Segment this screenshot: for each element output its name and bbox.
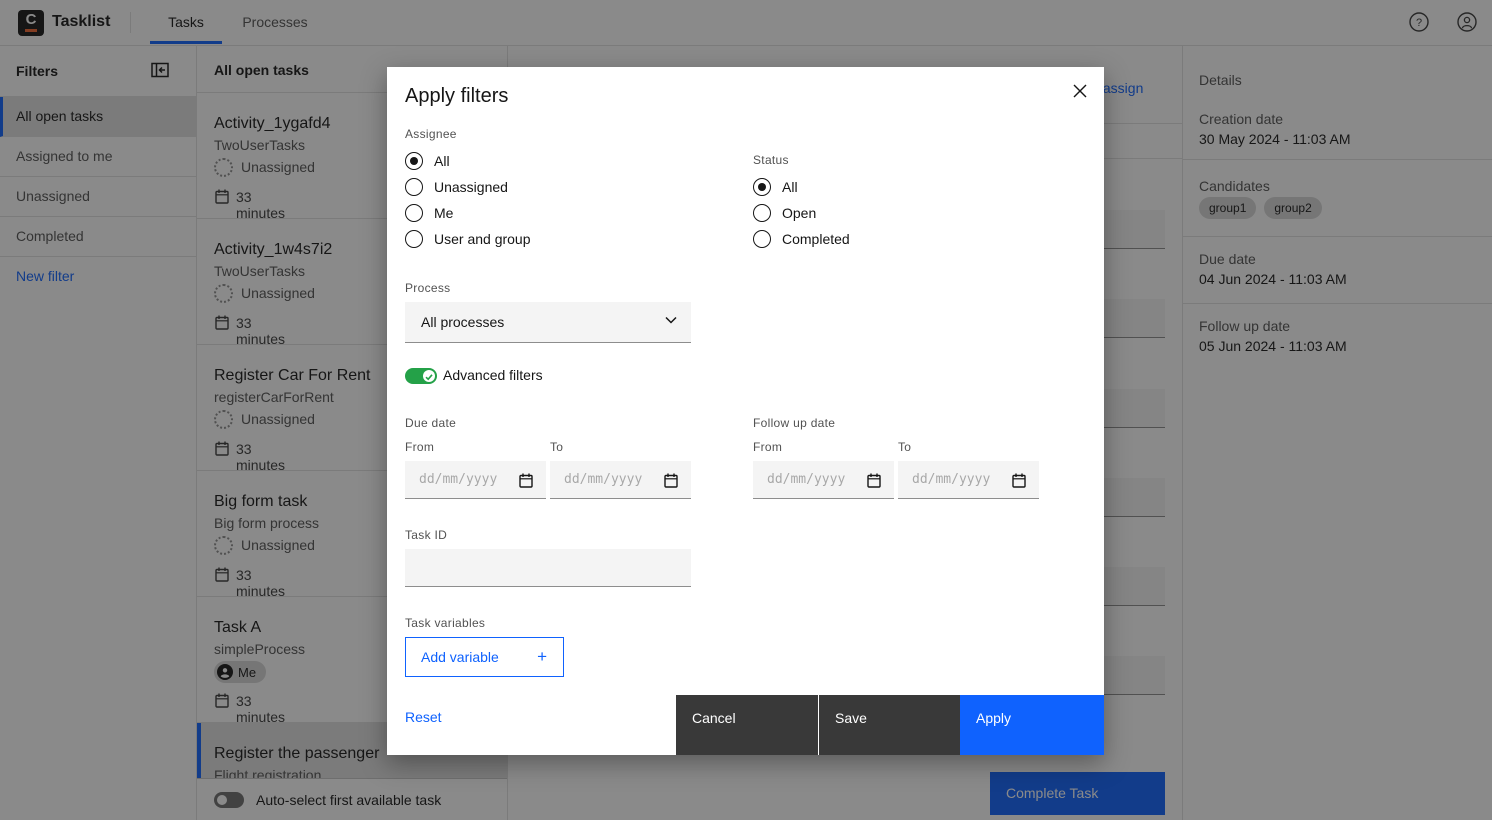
add-variable-button[interactable]: Add variable + [405, 637, 564, 677]
follow-up-from-input-wrap [753, 461, 894, 499]
follow-up-from-label: From [753, 440, 782, 454]
reset-link[interactable]: Reset [405, 709, 442, 725]
follow-up-to-input-wrap [898, 461, 1039, 499]
cancel-button[interactable]: Cancel [676, 695, 818, 755]
process-dropdown[interactable]: All processes [405, 302, 691, 343]
follow-up-to-label: To [898, 440, 911, 454]
task-id-label: Task ID [405, 528, 447, 542]
radio-icon [753, 178, 771, 196]
chevron-down-icon [665, 316, 677, 324]
radio-assignee-me[interactable]: Me [405, 204, 605, 222]
close-icon[interactable] [1066, 77, 1094, 105]
due-date-from-label: From [405, 440, 434, 454]
save-button[interactable]: Save [818, 695, 960, 755]
modal-title: Apply filters [405, 85, 508, 108]
tasklist-app: C Tasklist Tasks Processes ? Filters All… [0, 0, 1492, 820]
radio-assignee-user-and-group[interactable]: User and group [405, 230, 605, 248]
advanced-filters-label: Advanced filters [443, 367, 543, 383]
radio-icon [753, 230, 771, 248]
radio-assignee-all[interactable]: All [405, 152, 605, 170]
due-date-from-input[interactable] [405, 461, 546, 499]
radio-status-open[interactable]: Open [753, 204, 953, 222]
follow-up-from-input[interactable] [753, 461, 894, 499]
assignee-group-label: Assignee [405, 127, 457, 141]
apply-filters-modal: Apply filters Assignee All Unassigned Me… [387, 67, 1104, 755]
task-id-input[interactable] [405, 549, 691, 587]
radio-status-completed[interactable]: Completed [753, 230, 953, 248]
apply-button[interactable]: Apply [960, 695, 1104, 755]
task-id-input-wrap [405, 549, 691, 587]
advanced-filters-toggle[interactable] [405, 368, 437, 384]
follow-up-to-input[interactable] [898, 461, 1039, 499]
radio-assignee-unassigned[interactable]: Unassigned [405, 178, 605, 196]
radio-icon [405, 152, 423, 170]
due-date-to-label: To [550, 440, 563, 454]
status-group-label: Status [753, 153, 789, 167]
plus-icon: + [537, 647, 547, 667]
due-date-to-input-wrap [550, 461, 691, 499]
radio-icon [753, 204, 771, 222]
radio-icon [405, 178, 423, 196]
radio-icon [405, 204, 423, 222]
due-date-to-input[interactable] [550, 461, 691, 499]
due-date-group-label: Due date [405, 416, 456, 430]
due-date-from-input-wrap [405, 461, 546, 499]
process-label: Process [405, 281, 450, 295]
follow-up-group-label: Follow up date [753, 416, 835, 430]
radio-icon [405, 230, 423, 248]
check-icon [423, 371, 435, 383]
task-variables-label: Task variables [405, 616, 485, 630]
radio-status-all[interactable]: All [753, 178, 953, 196]
